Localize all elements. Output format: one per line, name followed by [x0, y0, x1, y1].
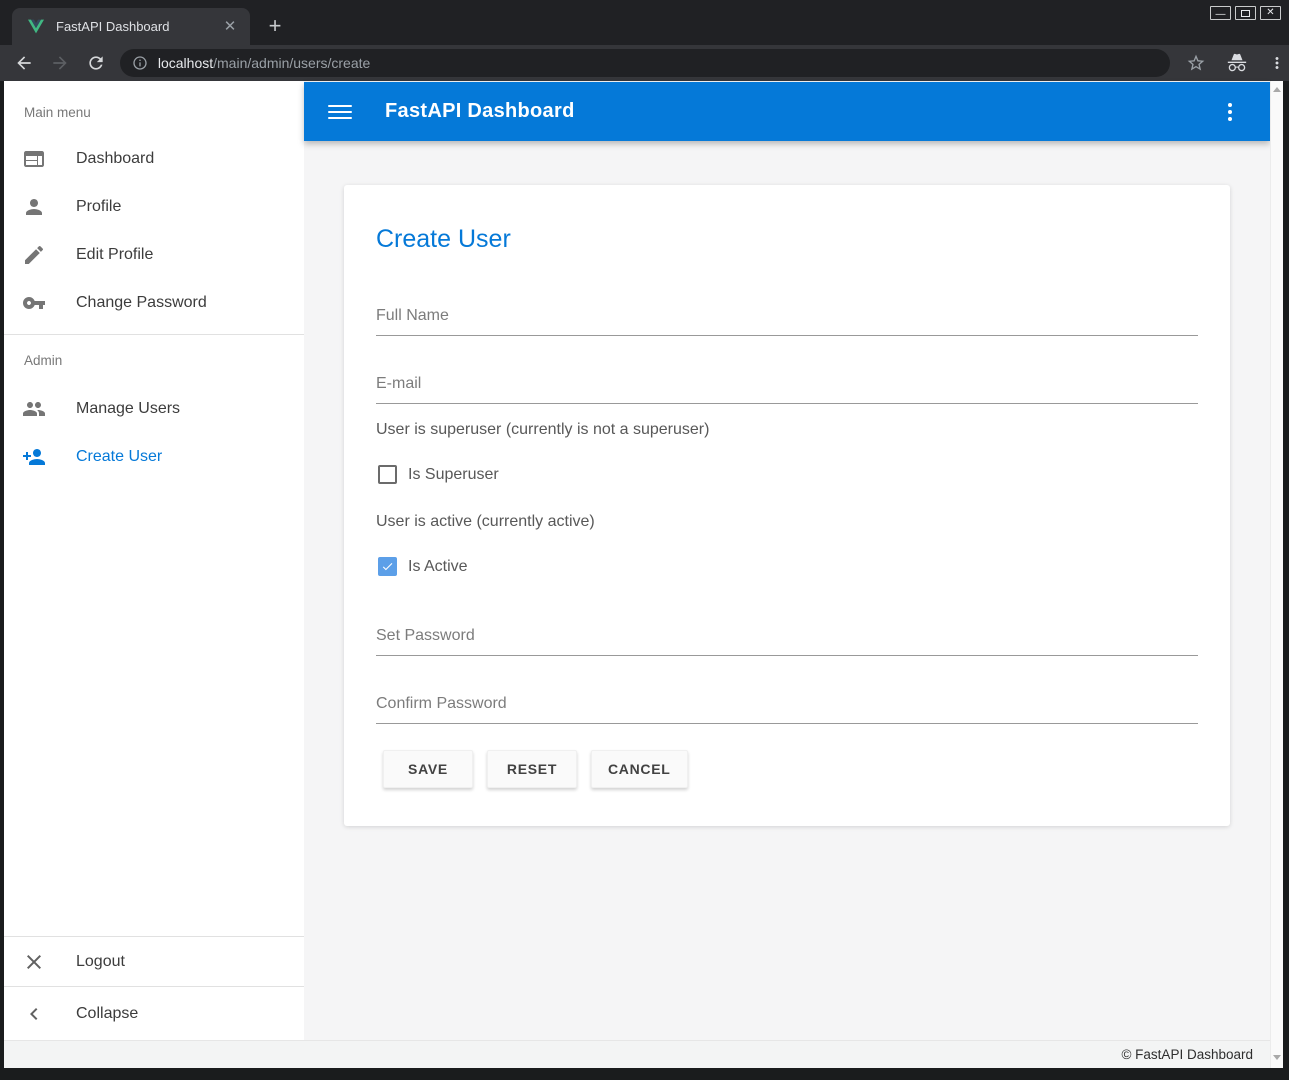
person-add-icon — [22, 445, 46, 469]
cancel-button[interactable]: CANCEL — [591, 750, 688, 788]
chevron-left-icon — [22, 1002, 46, 1026]
sidebar-item-label: Collapse — [76, 1005, 138, 1023]
window-maximize-button[interactable] — [1235, 6, 1256, 20]
sidebar-section-main-menu: Main menu — [4, 89, 304, 135]
sidebar-item-label: Change Password — [76, 294, 207, 312]
sidebar-item-dashboard[interactable]: Dashboard — [4, 135, 304, 183]
sidebar-section-admin: Admin — [4, 335, 304, 385]
browser-toolbar: localhost/main/admin/users/create — [0, 45, 1289, 81]
is-active-checkbox[interactable]: Is Active — [378, 557, 468, 576]
page-info-icon[interactable] — [132, 55, 148, 71]
window-close-button[interactable]: ✕ — [1260, 6, 1281, 20]
person-icon — [22, 195, 46, 219]
sidebar-item-change-password[interactable]: Change Password — [4, 279, 304, 327]
bookmark-star-icon[interactable] — [1184, 51, 1208, 75]
email-input[interactable] — [376, 375, 1198, 404]
close-x-icon — [22, 950, 46, 974]
app-title: FastAPI Dashboard — [385, 100, 575, 123]
vue-favicon-icon — [28, 19, 44, 34]
url-text: localhost/main/admin/users/create — [158, 55, 370, 71]
sidebar-item-label: Logout — [76, 953, 125, 971]
checkbox-box[interactable] — [378, 557, 397, 576]
sidebar-item-logout[interactable]: Logout — [4, 937, 304, 986]
set-password-input[interactable] — [376, 627, 1198, 656]
sidebar-item-profile[interactable]: Profile — [4, 183, 304, 231]
sidebar-item-label: Dashboard — [76, 150, 154, 168]
reset-button[interactable]: RESET — [487, 750, 577, 788]
new-tab-button[interactable]: + — [262, 14, 288, 40]
reload-button[interactable] — [84, 51, 108, 75]
page-scrollbar[interactable] — [1270, 81, 1283, 1068]
url-bar[interactable]: localhost/main/admin/users/create — [120, 49, 1170, 77]
create-user-card: Create User User is superuser (currently… — [344, 185, 1230, 826]
footer: © FastAPI Dashboard — [4, 1040, 1283, 1068]
tab-title: FastAPI Dashboard — [56, 19, 220, 34]
is-superuser-checkbox[interactable]: Is Superuser — [378, 465, 499, 484]
confirm-password-input[interactable] — [376, 695, 1198, 724]
app-bar: FastAPI Dashboard — [304, 82, 1270, 141]
sidebar: Main menu Dashboard Profile Edit Profile… — [4, 81, 304, 1040]
forward-button[interactable] — [48, 51, 72, 75]
sidebar-item-label: Edit Profile — [76, 246, 153, 264]
superuser-note: User is superuser (currently is not a su… — [376, 421, 709, 439]
sidebar-item-label: Manage Users — [76, 400, 180, 418]
sidebar-item-label: Create User — [76, 448, 162, 466]
sidebar-item-collapse[interactable]: Collapse — [4, 987, 304, 1040]
incognito-icon — [1225, 51, 1249, 75]
browser-tabstrip: FastAPI Dashboard ✕ + — ✕ — [0, 0, 1289, 45]
active-note: User is active (currently active) — [376, 513, 595, 531]
window-minimize-button[interactable]: — — [1210, 6, 1231, 20]
checkbox-label: Is Active — [408, 558, 468, 576]
checkbox-box[interactable] — [378, 465, 397, 484]
footer-copyright: © FastAPI Dashboard — [1121, 1047, 1253, 1062]
scroll-up-arrow-icon[interactable] — [1273, 87, 1281, 92]
sidebar-item-edit-profile[interactable]: Edit Profile — [4, 231, 304, 279]
group-icon — [22, 397, 46, 421]
pencil-icon — [22, 243, 46, 267]
tab-close-icon[interactable]: ✕ — [220, 17, 240, 37]
key-icon — [22, 291, 46, 315]
back-button[interactable] — [12, 51, 36, 75]
appbar-kebab-icon[interactable] — [1218, 100, 1242, 124]
save-button[interactable]: SAVE — [383, 750, 473, 788]
dashboard-icon — [22, 147, 46, 171]
hamburger-menu-icon[interactable] — [328, 100, 352, 124]
main-content-area: Create User User is superuser (currently… — [304, 81, 1270, 1040]
checkbox-label: Is Superuser — [408, 466, 499, 484]
sidebar-item-manage-users[interactable]: Manage Users — [4, 385, 304, 433]
sidebar-item-create-user[interactable]: Create User — [4, 433, 304, 481]
browser-menu-kebab-icon[interactable] — [1265, 51, 1289, 75]
sidebar-item-label: Profile — [76, 198, 121, 216]
page-title: Create User — [376, 225, 511, 254]
full-name-input[interactable] — [376, 307, 1198, 336]
browser-tab[interactable]: FastAPI Dashboard ✕ — [12, 8, 250, 45]
scroll-down-arrow-icon[interactable] — [1273, 1055, 1281, 1060]
